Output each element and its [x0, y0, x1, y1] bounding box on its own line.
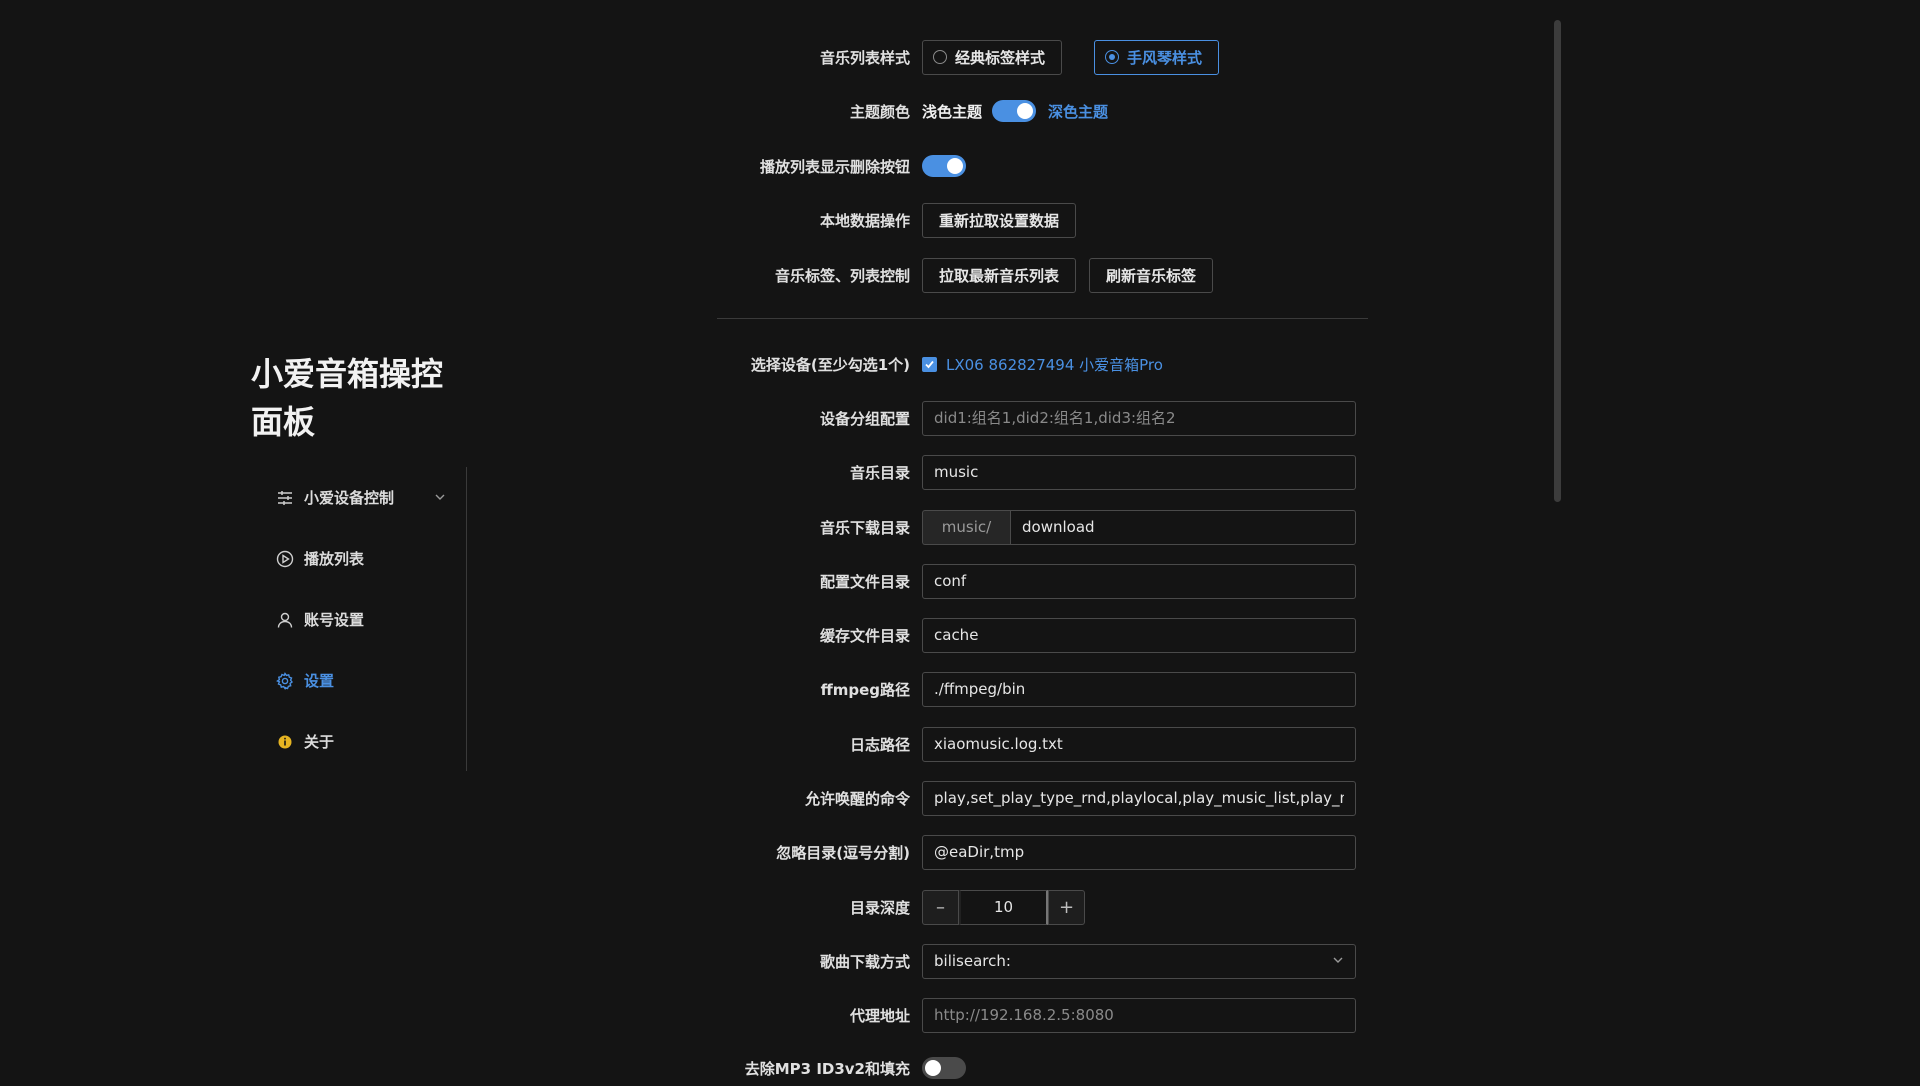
- depth-input[interactable]: [959, 889, 1048, 925]
- sidebar-item-settings[interactable]: 设置: [251, 650, 466, 711]
- radio-selected-icon: [1105, 50, 1120, 64]
- download-dir-prefix: music/: [922, 509, 1010, 545]
- field-label: 音乐下载目录: [819, 518, 910, 537]
- ignore-dirs-row: 忽略目录(逗号分割): [700, 834, 1368, 870]
- download-method-row: 歌曲下载方式 bilisearch:: [700, 943, 1368, 979]
- music-list-style-row: 音乐列表样式 经典标签样式 手风琴样式: [700, 39, 1368, 75]
- cache-dir-row: 缓存文件目录: [700, 617, 1368, 653]
- sidebar-item-account[interactable]: 账号设置: [251, 589, 466, 650]
- show-delete-row: 播放列表显示删除按钮: [700, 148, 1368, 184]
- sidebar-item-playlist[interactable]: 播放列表: [251, 528, 466, 589]
- refresh-music-tags-button[interactable]: 刷新音乐标签: [1089, 257, 1214, 293]
- theme-dark-label: 深色主题: [1048, 102, 1109, 121]
- music-dir-input[interactable]: [922, 454, 1356, 490]
- field-label: 去除MP3 ID3v2和填充: [744, 1059, 910, 1078]
- select-device-row: 选择设备(至少勾选1个) LX06 862827494 小爱音箱Pro: [700, 346, 1368, 382]
- log-path-input[interactable]: [922, 726, 1356, 762]
- gear-icon: [276, 671, 294, 690]
- field-label: 主题颜色: [849, 102, 910, 121]
- field-label: 音乐目录: [849, 463, 910, 482]
- radio-icon: [933, 50, 947, 64]
- field-label: 配置文件目录: [819, 572, 910, 591]
- sidebar-item-label: 小爱设备控制: [304, 489, 395, 507]
- sliders-icon: [276, 489, 294, 507]
- theme-toggle[interactable]: [992, 100, 1037, 122]
- device-label[interactable]: LX06 862827494 小爱音箱Pro: [946, 354, 1163, 375]
- field-label: 目录深度: [849, 898, 910, 917]
- device-checkbox[interactable]: [922, 356, 937, 372]
- scrollbar[interactable]: [1554, 20, 1561, 502]
- field-label: 设备分组配置: [819, 409, 910, 428]
- ffmpeg-path-input[interactable]: [922, 671, 1356, 707]
- fetch-music-list-button[interactable]: 拉取最新音乐列表: [922, 257, 1077, 293]
- field-label: 音乐标签、列表控制: [774, 266, 910, 285]
- user-icon: [276, 611, 294, 629]
- conf-dir-row: 配置文件目录: [700, 563, 1368, 599]
- download-dir-row: 音乐下载目录 music/: [700, 509, 1368, 545]
- sidebar-item-label: 关于: [304, 733, 335, 751]
- remove-id3-toggle[interactable]: [922, 1057, 966, 1079]
- field-label: 本地数据操作: [819, 211, 910, 230]
- radio-classic-tag-style[interactable]: 经典标签样式: [922, 39, 1063, 75]
- field-label: 允许唤醒的命令: [804, 789, 910, 808]
- proxy-row: 代理地址: [700, 997, 1368, 1033]
- cache-dir-input[interactable]: [922, 617, 1356, 653]
- log-path-row: 日志路径: [700, 726, 1368, 762]
- proxy-input[interactable]: [922, 997, 1356, 1033]
- wake-cmds-row: 允许唤醒的命令: [700, 780, 1368, 816]
- ffmpeg-row: ffmpeg路径: [700, 671, 1368, 707]
- theme-light-label: 浅色主题: [922, 102, 983, 121]
- download-method-select[interactable]: bilisearch:: [922, 943, 1356, 979]
- field-label: 忽略目录(逗号分割): [776, 843, 910, 862]
- select-value: bilisearch:: [934, 952, 1011, 970]
- music-tags-row: 音乐标签、列表控制 拉取最新音乐列表 刷新音乐标签: [700, 257, 1368, 293]
- sidebar-item-device-control[interactable]: 小爱设备控制: [251, 467, 466, 528]
- depth-stepper: – +: [922, 889, 1085, 925]
- field-label: 音乐列表样式: [819, 48, 910, 67]
- refetch-settings-button[interactable]: 重新拉取设置数据: [922, 202, 1077, 238]
- chevron-down-icon: [1332, 952, 1344, 970]
- field-label: ffmpeg路径: [820, 680, 910, 699]
- ignore-dirs-input[interactable]: [922, 834, 1356, 870]
- device-group-input[interactable]: [922, 400, 1356, 436]
- field-label: 缓存文件目录: [819, 626, 910, 645]
- field-label: 歌曲下载方式: [819, 952, 910, 971]
- show-delete-toggle[interactable]: [922, 155, 966, 177]
- app-title: 小爱音箱操控面板: [251, 355, 444, 441]
- section-divider: [717, 318, 1368, 319]
- field-label: 选择设备(至少勾选1个): [750, 355, 910, 374]
- info-icon: [276, 733, 294, 751]
- download-dir-input[interactable]: [1010, 509, 1356, 545]
- decrement-button[interactable]: –: [922, 889, 959, 925]
- music-dir-row: 音乐目录: [700, 454, 1368, 490]
- field-label: 日志路径: [849, 735, 910, 754]
- sidebar-item-label: 播放列表: [304, 550, 365, 568]
- field-label: 播放列表显示删除按钮: [759, 157, 910, 176]
- increment-button[interactable]: +: [1048, 889, 1085, 925]
- remove-id3-row: 去除MP3 ID3v2和填充: [700, 1050, 1368, 1080]
- local-data-row: 本地数据操作 重新拉取设置数据: [700, 202, 1368, 238]
- field-label: 代理地址: [849, 1006, 910, 1025]
- depth-row: 目录深度 – +: [700, 889, 1368, 925]
- theme-row: 主题颜色 浅色主题 深色主题: [700, 93, 1368, 129]
- conf-dir-input[interactable]: [922, 563, 1356, 599]
- wake-cmds-input[interactable]: [922, 780, 1356, 816]
- sidebar-menu: 小爱设备控制 播放列表 账号设置 设置 关于: [251, 467, 467, 771]
- sidebar-item-about[interactable]: 关于: [251, 711, 466, 772]
- sidebar-item-label: 设置: [304, 672, 335, 690]
- radio-accordion-style[interactable]: 手风琴样式: [1094, 39, 1220, 75]
- chevron-down-icon[interactable]: [434, 489, 446, 507]
- sidebar-item-label: 账号设置: [304, 611, 365, 629]
- device-group-row: 设备分组配置: [700, 400, 1368, 436]
- moon-icon: [1017, 103, 1034, 119]
- play-circle-icon: [276, 550, 294, 568]
